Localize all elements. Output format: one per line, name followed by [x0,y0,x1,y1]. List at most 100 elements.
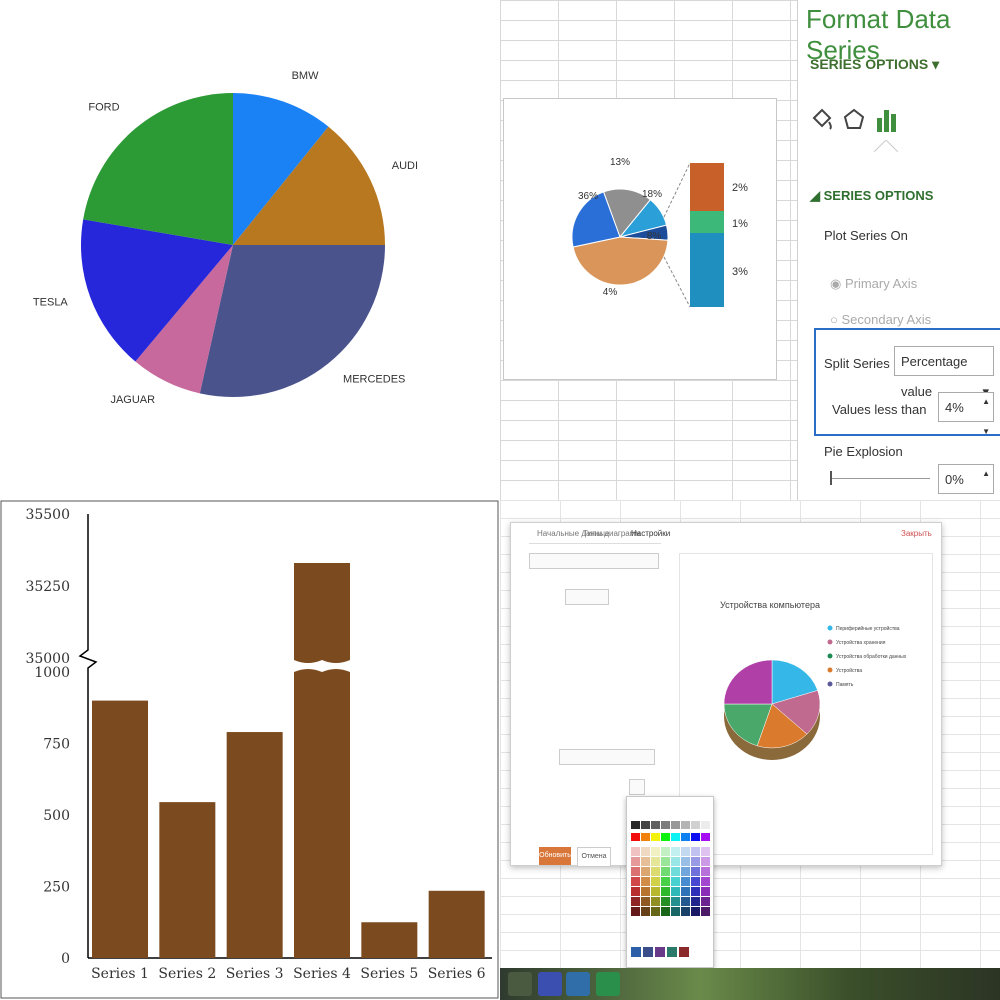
palette-swatch[interactable] [671,877,680,886]
gray-swatch[interactable] [641,821,650,829]
palette-swatch[interactable] [631,887,640,896]
palette-swatch[interactable] [631,857,640,866]
pie-explosion-spinner[interactable]: 0% ▲▼ [938,464,994,500]
palette-swatch[interactable] [631,877,640,886]
palette-swatch[interactable] [661,887,670,896]
palette-swatch[interactable] [681,907,690,916]
palette-swatch[interactable] [691,887,700,896]
bright-swatch[interactable] [631,833,640,841]
pie-3d-slice[interactable] [723,659,773,705]
bright-swatch[interactable] [701,833,710,841]
series-options-section[interactable]: ◢ SERIES OPTIONS [810,188,933,204]
custom-swatch[interactable] [667,947,677,957]
palette-swatch[interactable] [661,857,670,866]
bright-swatch[interactable] [661,833,670,841]
bright-swatch[interactable] [681,833,690,841]
browser-icon[interactable] [538,972,562,996]
bright-swatch[interactable] [691,833,700,841]
palette-swatch[interactable] [651,877,660,886]
folder-icon[interactable] [508,972,532,996]
split-series-by-select[interactable]: Percentage value ▾ [894,346,994,399]
custom-swatch[interactable] [643,947,653,957]
color-swatch-button[interactable] [629,779,645,795]
palette-swatch[interactable] [691,897,700,906]
palette-swatch[interactable] [671,847,680,856]
palette-swatch[interactable] [651,867,660,876]
palette-swatch[interactable] [671,897,680,906]
pie-of-pie-chart[interactable]: 13% 18% 8% 4% 36% 2% 1% 3% [503,98,777,380]
palette-swatch[interactable] [631,867,640,876]
palette-swatch[interactable] [671,887,680,896]
app-icon[interactable] [596,972,620,996]
palette-swatch[interactable] [641,857,650,866]
custom-swatch[interactable] [655,947,665,957]
primary-axis-radio[interactable]: ◉ Primary Axis [830,276,917,292]
palette-swatch[interactable] [671,907,680,916]
palette-swatch[interactable] [661,907,670,916]
palette-swatch[interactable] [641,877,650,886]
palette-swatch[interactable] [661,897,670,906]
palette-swatch[interactable] [691,877,700,886]
bright-swatch[interactable] [651,833,660,841]
slider-thumb[interactable] [830,471,832,485]
palette-swatch[interactable] [631,907,640,916]
slice-checkbox[interactable] [587,711,639,727]
custom-swatch[interactable] [631,947,641,957]
palette-swatch[interactable] [641,847,650,856]
color-palette-popup[interactable] [626,796,714,968]
palette-swatch[interactable] [691,867,700,876]
palette-swatch[interactable] [671,857,680,866]
gray-swatch[interactable] [681,821,690,829]
title-row[interactable] [529,621,659,637]
palette-swatch[interactable] [701,897,710,906]
palette-swatch[interactable] [701,857,710,866]
bright-swatch[interactable] [641,833,650,841]
palette-swatch[interactable] [701,887,710,896]
series-options-dropdown[interactable]: SERIES OPTIONS ▾ [810,56,939,73]
spinner-arrows-icon[interactable]: ▲▼ [982,387,990,447]
cancel-button[interactable]: Отмена [577,847,611,867]
palette-swatch[interactable] [631,847,640,856]
update-button[interactable]: Обновить [539,847,571,865]
slice-select[interactable] [559,749,655,765]
palette-swatch[interactable] [651,847,660,856]
gray-swatch[interactable] [691,821,700,829]
chrome-icon[interactable] [566,972,590,996]
gray-swatch[interactable] [651,821,660,829]
palette-swatch[interactable] [681,877,690,886]
palette-swatch[interactable] [661,877,670,886]
palette-swatch[interactable] [651,897,660,906]
palette-swatch[interactable] [701,907,710,916]
tab-settings[interactable]: Настройки [631,529,670,538]
palette-swatch[interactable] [651,887,660,896]
legend-row[interactable] [529,653,659,669]
palette-swatch[interactable] [701,867,710,876]
palette-swatch[interactable] [691,857,700,866]
palette-swatch[interactable] [691,847,700,856]
gray-swatch[interactable] [631,821,640,829]
palette-swatch[interactable] [691,907,700,916]
palette-swatch[interactable] [681,897,690,906]
palette-swatch[interactable] [661,847,670,856]
font-select[interactable] [565,589,609,605]
gray-swatch[interactable] [671,821,680,829]
pentagon-effects-icon[interactable] [842,104,866,134]
palette-swatch[interactable] [661,867,670,876]
palette-swatch[interactable] [641,907,650,916]
3d-checkbox[interactable] [529,711,581,727]
palette-swatch[interactable] [681,847,690,856]
palette-swatch[interactable] [681,867,690,876]
palette-swatch[interactable] [641,887,650,896]
close-link[interactable]: Закрыть [901,529,932,538]
palette-swatch[interactable] [671,867,680,876]
bright-swatch[interactable] [671,833,680,841]
settings-bar[interactable] [529,553,659,569]
values-less-than-spinner[interactable]: 4% ▲ ▼ [938,392,994,436]
palette-swatch[interactable] [681,887,690,896]
bar-series-options-icon[interactable] [874,104,898,134]
palette-swatch[interactable] [681,857,690,866]
secondary-axis-radio[interactable]: ○ Secondary Axis [830,312,931,327]
palette-swatch[interactable] [641,867,650,876]
paint-bucket-icon[interactable] [810,104,834,134]
pie-explosion-slider[interactable] [830,478,930,479]
